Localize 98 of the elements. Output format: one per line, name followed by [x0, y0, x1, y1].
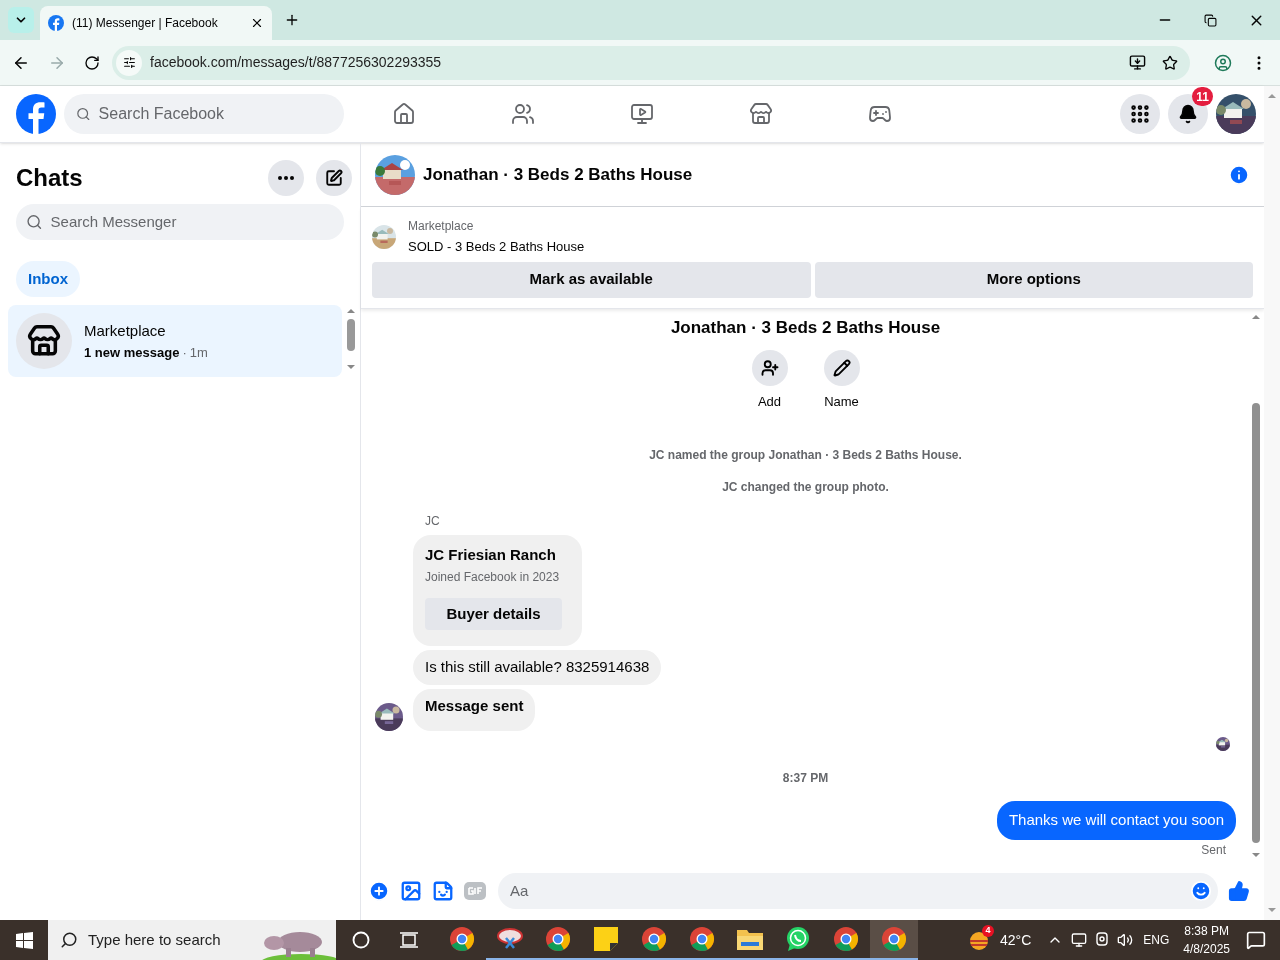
install-icon[interactable]	[1129, 54, 1146, 71]
whatsapp-icon	[785, 926, 811, 952]
add-person-icon	[760, 359, 779, 377]
notification-count: 11	[1192, 87, 1213, 106]
conversation-preview: 1 new message	[84, 343, 180, 362]
notifications-icon[interactable]	[1246, 930, 1266, 950]
group-name: Jonathan · 3 Beds 2 Baths House	[670, 316, 941, 339]
sticker-icon[interactable]	[432, 880, 454, 902]
conversation-title: Jonathan · 3 Beds 2 Baths House	[423, 163, 694, 186]
new-message-button[interactable]	[316, 160, 352, 196]
sticky-note-icon	[594, 927, 618, 951]
conversation-name: Marketplace	[84, 321, 167, 341]
search-icon	[76, 106, 91, 122]
message-timestamp: 8:37 PM	[782, 770, 829, 787]
store-icon	[27, 324, 61, 358]
sender-name: JC	[425, 512, 441, 530]
grid-icon	[1129, 103, 1151, 125]
reload-icon[interactable]	[84, 54, 100, 71]
site-settings-icon[interactable]	[122, 56, 136, 69]
compose-icon	[325, 169, 343, 187]
pencil-icon	[832, 359, 851, 377]
search-input[interactable]: Search Messenger	[50, 210, 334, 234]
profile-icon[interactable]	[1214, 53, 1232, 72]
bell-icon	[1178, 104, 1198, 124]
browser-tab[interactable]: (11) Messenger | Facebook	[40, 6, 272, 40]
group-action-button[interactable]	[751, 350, 788, 386]
chrome-icon	[545, 926, 571, 952]
restore-icon[interactable]	[1204, 13, 1217, 27]
message-input[interactable]: Aa	[498, 873, 1218, 909]
folder-icon	[737, 928, 763, 950]
options-button[interactable]	[268, 160, 304, 196]
filter-tab[interactable]: Inbox	[16, 261, 80, 297]
search-field[interactable]: Search Messenger	[16, 204, 344, 240]
facebook-logo	[48, 15, 64, 31]
event-text: JC named the group Jonathan · 3 Beds 2 Baths House.	[649, 446, 962, 464]
profile-name: JC Friesian Ranch	[425, 544, 557, 565]
search-icon	[26, 213, 43, 231]
listing-action-button[interactable]: Mark as available	[372, 261, 811, 298]
search-icon	[60, 931, 78, 949]
address-bar[interactable]: facebook.com/messages/t/8877256302293355	[112, 45, 1190, 80]
task-view-icon[interactable]	[400, 932, 418, 948]
notifications-button[interactable]	[1168, 94, 1208, 134]
info-icon[interactable]	[1228, 163, 1250, 186]
buyer-details-button[interactable]: Buyer details	[425, 598, 562, 630]
group-action-button[interactable]	[823, 350, 860, 386]
chrome-icon	[449, 926, 475, 952]
search-input[interactable]: Search Facebook	[98, 102, 332, 126]
listing-action-button[interactable]: More options	[814, 261, 1253, 298]
cortana-icon[interactable]	[352, 931, 370, 949]
clock[interactable]: 8:38 PM 4/8/2025	[1183, 922, 1230, 958]
message-text-input[interactable]: Aa	[510, 879, 1190, 903]
clock-date: 4/8/2025	[1183, 941, 1230, 958]
volume-icon[interactable]	[1117, 932, 1134, 948]
url-text: facebook.com/messages/t/8877256302293355	[150, 53, 443, 72]
thumbs-up-icon[interactable]	[1228, 880, 1250, 902]
weather-badge: 4	[982, 925, 994, 937]
conversation-item[interactable]: Marketplace 1 new message · 1m	[8, 305, 342, 377]
message-bubble: Is this still available? 8325914638	[413, 650, 662, 685]
listing-source: Marketplace	[408, 218, 475, 235]
add-icon[interactable]	[368, 880, 390, 902]
chrome-icon	[689, 926, 715, 952]
store-icon	[748, 102, 773, 126]
windows-icon	[15, 931, 33, 949]
new-tab-icon[interactable]	[284, 12, 300, 28]
chats-title: Chats	[16, 163, 84, 193]
conversation-time: 1m	[189, 343, 208, 362]
menu-button[interactable]	[1120, 94, 1160, 134]
chrome-icon	[641, 926, 667, 952]
action-label: Add	[757, 393, 782, 411]
tab-search-button[interactable]	[8, 7, 34, 33]
facebook-logo[interactable]	[16, 94, 56, 134]
friends-icon	[510, 102, 535, 126]
temperature: 42°C	[1000, 930, 1032, 950]
clock-time: 8:38 PM	[1184, 923, 1229, 940]
emoji-icon[interactable]	[1190, 880, 1212, 902]
chrome-icon	[833, 926, 859, 952]
outgoing-message-bubble: Thanks we will contact you soon	[996, 801, 1236, 840]
listing-title: SOLD - 3 Beds 2 Baths House	[408, 238, 585, 256]
message-bubble: Message sent	[413, 688, 536, 731]
tab-title: (11) Messenger | Facebook	[72, 15, 219, 32]
taskbar-search-field[interactable]: Type here to search	[48, 920, 336, 960]
profile-subtitle: Joined Facebook in 2023	[425, 569, 561, 586]
more-icon	[278, 176, 294, 180]
message-status: Sent	[1201, 841, 1226, 859]
video-icon	[629, 102, 654, 126]
bookmark-star-icon[interactable]	[1162, 54, 1178, 71]
network-icon[interactable]	[1071, 932, 1088, 948]
chrome-icon	[881, 926, 907, 952]
home-icon	[391, 102, 416, 126]
search-input[interactable]: Type here to search	[88, 928, 248, 952]
action-label: Name	[824, 393, 859, 411]
camera-icon[interactable]	[1095, 932, 1110, 948]
close-icon[interactable]	[250, 16, 264, 30]
event-text: JC changed the group photo.	[722, 478, 889, 496]
separator-dot: ·	[181, 343, 188, 362]
language-indicator[interactable]: ENG	[1143, 931, 1170, 949]
search-field[interactable]: Search Facebook	[64, 94, 344, 134]
photo-icon[interactable]	[400, 880, 422, 902]
